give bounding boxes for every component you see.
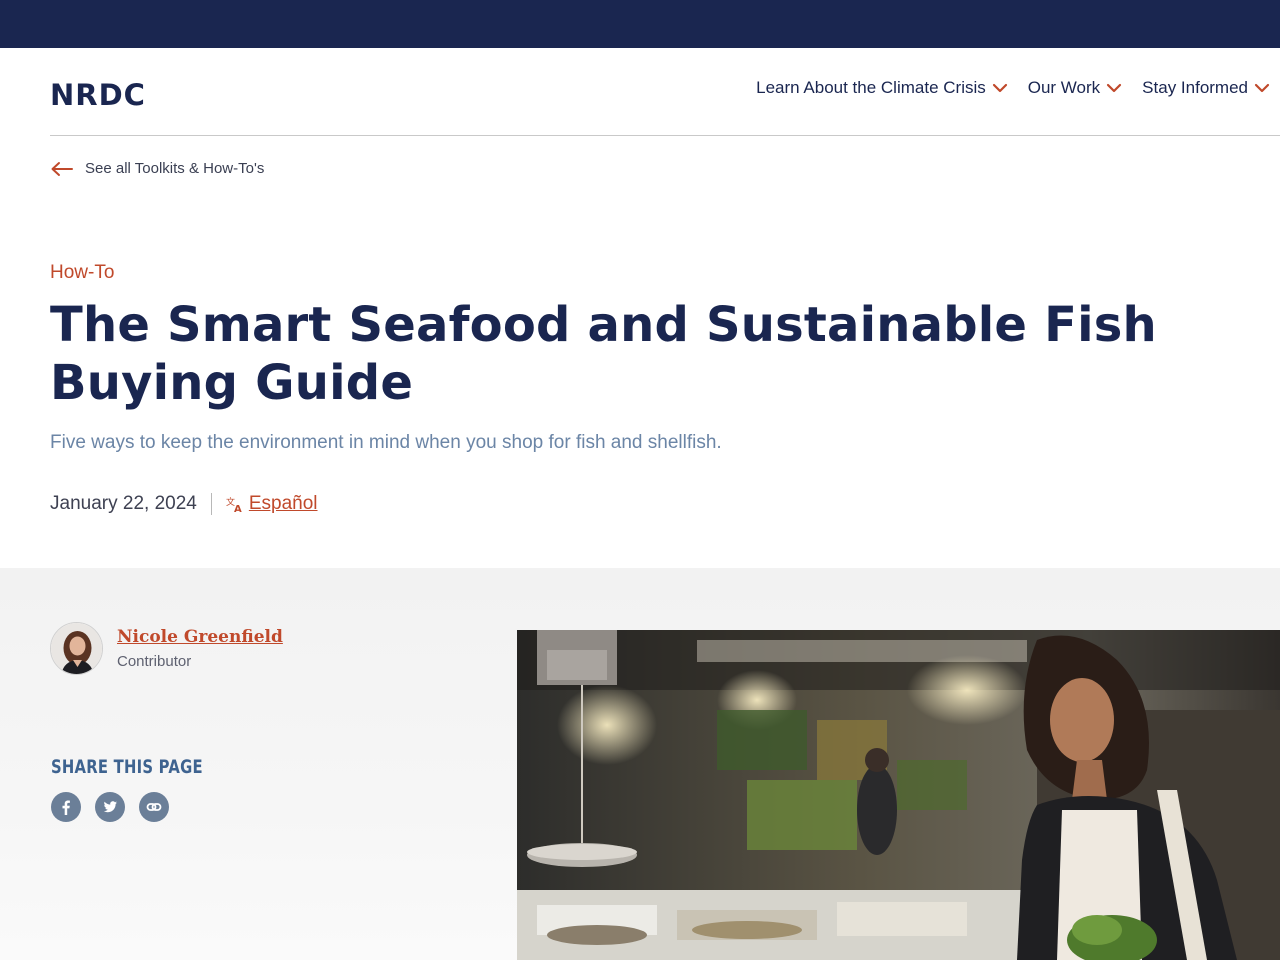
- nav-item-stay-informed[interactable]: Stay Informed: [1142, 78, 1270, 98]
- author-info: Nicole Greenfield Contributor: [117, 627, 283, 670]
- share-buttons: [51, 792, 169, 822]
- hero-image-fish-market: [517, 630, 1280, 960]
- arrow-left-icon: [51, 161, 73, 176]
- top-utility-bar: [0, 0, 1280, 48]
- facebook-icon: [62, 800, 70, 815]
- nav-item-learn-about-climate-crisis[interactable]: Learn About the Climate Crisis: [756, 78, 1008, 98]
- svg-text:A: A: [234, 504, 242, 513]
- site-header: NRDC Learn About the Climate Crisis Our …: [0, 48, 1280, 136]
- facebook-share-button[interactable]: [51, 792, 81, 822]
- article-meta: January 22, 2024 文 A Español: [50, 493, 318, 515]
- twitter-icon: [103, 801, 117, 813]
- nrdc-logo[interactable]: NRDC: [50, 78, 146, 112]
- nav-item-label: Learn About the Climate Crisis: [756, 78, 986, 97]
- share-heading: SHARE THIS PAGE: [51, 756, 203, 778]
- author-avatar[interactable]: [50, 622, 103, 675]
- twitter-share-button[interactable]: [95, 792, 125, 822]
- publish-date: January 22, 2024: [50, 493, 197, 514]
- author-role: Contributor: [117, 653, 192, 670]
- meta-divider: [210, 493, 212, 515]
- nav-item-label: Our Work: [1027, 78, 1101, 97]
- link-icon: [146, 803, 162, 811]
- language-link-label: Español: [248, 493, 318, 514]
- nav-item-our-work[interactable]: Our Work: [1028, 78, 1122, 98]
- back-link-label: See all Toolkits & How-To's: [85, 160, 265, 177]
- copy-link-button[interactable]: [139, 792, 169, 822]
- nav-item-label: Stay Informed: [1142, 78, 1248, 97]
- author-name-link[interactable]: Nicole Greenfield: [117, 627, 283, 647]
- article-subtitle: Five ways to keep the environment in min…: [50, 432, 722, 453]
- translate-icon: 文 A: [226, 496, 242, 513]
- back-to-toolkits-link[interactable]: See all Toolkits & How-To's: [50, 160, 264, 177]
- chevron-down-icon: [992, 83, 1007, 93]
- main-nav: Learn About the Climate Crisis Our Work …: [756, 78, 1270, 98]
- header-divider: [50, 135, 1280, 136]
- chevron-down-icon: [1254, 83, 1270, 93]
- article-type-label: How-To: [50, 262, 115, 283]
- page-title: The Smart Seafood and Sustainable Fish B…: [50, 297, 1157, 411]
- chevron-down-icon: [1107, 83, 1122, 93]
- spanish-language-link[interactable]: 文 A Español: [226, 493, 318, 515]
- author-block: Nicole Greenfield Contributor: [50, 622, 283, 675]
